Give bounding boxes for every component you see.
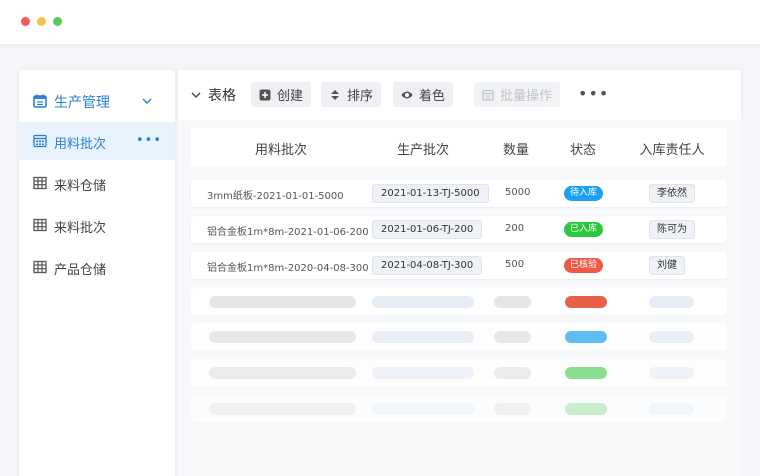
create-button[interactable]: 创建 [251,82,312,107]
production-batch-tag: 2021-04-08-TJ-300 [372,256,483,275]
eye-icon [401,91,413,98]
sort-label: 排序 [347,89,374,104]
owner-tag: 李依然 [649,184,695,203]
status-badge: 已核验 [564,258,604,273]
more-options-icon[interactable]: ••• [136,133,162,148]
placeholder-bar [494,331,531,343]
placeholder-bar [649,296,694,308]
chevron-down-icon [191,92,201,98]
table-icon [33,176,47,190]
placeholder-bar [209,403,356,415]
status-badge: 已入库 [564,222,604,237]
column-header-quantity[interactable]: 数量 [503,139,529,158]
status-badge: 待入库 [564,186,604,201]
batch-operation-label: 批量操作 [500,89,553,104]
placeholder-bar [372,403,474,415]
placeholder-bar [494,367,531,379]
placeholder-bar [209,367,356,379]
close-window-button[interactable] [21,17,30,26]
minimize-window-button[interactable] [37,17,46,26]
view-switcher[interactable]: 表格 [190,85,236,105]
toolbar: 表格 创建 排序 着色 批量操作 ••• [178,70,741,120]
sidebar-item-label: 来料批次 [54,221,107,236]
data-table: 用料批次 生产批次 数量 状态 入库责任人 3mm纸板-2021-01-01-5… [178,120,741,476]
column-header-status[interactable]: 状态 [570,139,596,158]
placeholder-bar [649,403,694,415]
placeholder-bar [372,331,474,343]
calendar-icon [33,94,47,108]
material-batch-cell: 铝合金板1m*8m-2020-04-08-300 [207,263,369,274]
color-label: 着色 [419,89,446,104]
owner-tag: 陈可为 [649,220,695,239]
sidebar-item-incoming-storage[interactable]: 来料仓储 [19,164,175,202]
production-batch-tag: 2021-01-06-TJ-200 [372,220,483,239]
calendar-icon [482,89,494,101]
column-header-owner[interactable]: 入库责任人 [639,139,704,158]
owner-tag: 刘健 [649,256,685,275]
window-titlebar [0,0,760,44]
plus-square-icon [259,89,271,100]
production-batch-tag: 2021-01-13-TJ-5000 [372,184,489,203]
quantity-cell: 500 [505,259,525,270]
sidebar-group-header[interactable]: 生产管理 [19,86,175,116]
table-icon [33,260,47,274]
material-batch-cell: 铝合金板1m*8m-2021-01-06-200 [207,227,369,238]
placeholder-row [191,359,727,386]
table-header: 用料批次 生产批次 数量 状态 入库责任人 [191,128,727,166]
placeholder-bar [494,296,531,308]
quantity-cell: 5000 [505,187,531,198]
placeholder-row [191,323,727,350]
sidebar-item-label: 用料批次 [54,137,107,152]
material-batch-cell: 3mm纸板-2021-01-01-5000 [207,191,344,202]
table-row[interactable]: 铝合金板1m*8m-2020-04-08-300 2021-04-08-TJ-3… [191,252,727,279]
table-row[interactable]: 铝合金板1m*8m-2021-01-06-200 2021-01-06-TJ-2… [191,216,727,243]
sidebar-item-incoming-batch[interactable]: 来料批次 [19,206,175,244]
placeholder-bar [372,367,474,379]
placeholder-row [191,395,727,422]
placeholder-row [191,288,727,315]
table-icon [33,218,47,232]
maximize-window-button[interactable] [53,17,62,26]
placeholder-bar [649,367,694,379]
placeholder-status-bar [565,296,607,308]
placeholder-bar [209,296,356,308]
quantity-cell: 200 [505,223,525,234]
calendar-grid-icon [33,134,47,148]
sidebar-item-product-storage[interactable]: 产品仓储 [19,248,175,286]
column-header-production-batch[interactable]: 生产批次 [397,139,449,158]
placeholder-status-bar [565,367,607,379]
placeholder-bar [494,403,531,415]
view-label: 表格 [208,88,236,104]
more-options-icon[interactable]: ••• [578,84,609,103]
sidebar: 生产管理 用料批次 ••• 来料仓储 来料批次 产品仓储 [19,70,175,476]
placeholder-bar [209,331,356,343]
batch-operation-button[interactable]: 批量操作 [474,82,561,107]
sidebar-group-label: 生产管理 [54,95,110,111]
placeholder-status-bar [565,331,607,343]
sort-button[interactable]: 排序 [321,82,382,107]
sidebar-item-label: 来料仓储 [54,179,107,194]
table-row[interactable]: 3mm纸板-2021-01-01-5000 2021-01-13-TJ-5000… [191,180,727,207]
placeholder-bar [649,331,694,343]
color-button[interactable]: 着色 [393,82,454,107]
placeholder-bar [372,296,474,308]
sidebar-item-material-batch[interactable]: 用料批次 ••• [19,122,175,160]
create-label: 创建 [277,89,304,104]
column-header-material-batch[interactable]: 用料批次 [255,139,307,158]
placeholder-status-bar [565,403,607,415]
sort-icon [331,89,339,100]
chevron-down-icon[interactable] [140,94,154,108]
sidebar-item-label: 产品仓储 [54,263,107,278]
